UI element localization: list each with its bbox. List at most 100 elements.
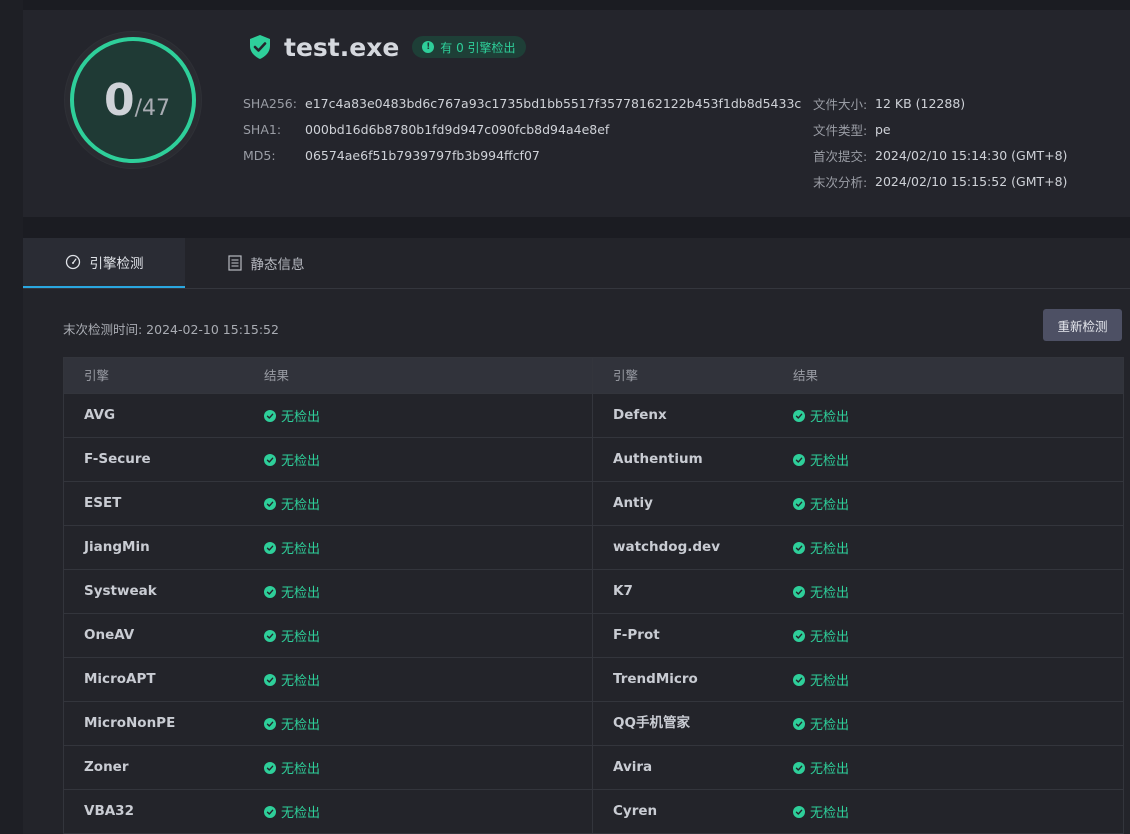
hash-value[interactable]: e17c4a83e0483bd6c767a93c1735bd1bb5517f35…	[305, 96, 801, 111]
engine-result: 无检出	[793, 702, 1122, 745]
document-icon	[227, 255, 242, 271]
engine-result: 无检出	[264, 482, 592, 525]
engine-result-cell-group: Defenx 无检出	[593, 394, 1122, 437]
recheck-button[interactable]: 重新检测	[1043, 309, 1122, 341]
engine-result: 无检出	[793, 394, 1122, 437]
check-circle-icon	[793, 585, 805, 598]
engine-result-cell-group: ESET 无检出	[64, 482, 593, 525]
engine-name: Antiy	[613, 495, 653, 511]
table-row: ESET 无检出 Antiy 无检出	[64, 481, 1123, 525]
result-text: 无检出	[810, 806, 850, 821]
check-circle-icon	[264, 497, 276, 510]
result-text: 无检出	[281, 542, 321, 557]
file-meta-list: 文件大小: 12 KB (12288) 文件类型: pe 首次提交: 2024/…	[813, 90, 1067, 194]
header-left: 引擎 结果	[64, 358, 593, 393]
meta-key: 文件大小:	[813, 96, 868, 112]
table-row: VBA32 无检出 Cyren 无检出	[64, 789, 1123, 833]
tab-label: 静态信息	[250, 257, 305, 273]
result-text: 无检出	[281, 498, 321, 513]
meta-value: 12 KB (12288)	[875, 95, 966, 111]
engine-name: Cyren	[613, 803, 658, 819]
score-text: 0 /47	[74, 41, 200, 167]
title-row: test.exe ! 有 0 引擎检出	[248, 32, 526, 62]
engine-result-cell-group: VBA32 无检出	[64, 790, 593, 833]
result-text: 无检出	[281, 762, 321, 777]
engine-result: 无检出	[793, 658, 1122, 701]
result-text: 无检出	[281, 410, 321, 425]
result-text: 无检出	[281, 454, 321, 469]
result-text: 无检出	[810, 498, 850, 513]
engine-results-table: 引擎 结果 引擎 结果 AVG 无检出 Defenx 无检出 F-Secure 无检出 Au…	[63, 357, 1124, 834]
table-row: Systweak 无检出 K7 无检出	[64, 569, 1123, 613]
table-row: MicroAPT 无检出 TrendMicro 无检出	[64, 657, 1123, 701]
check-circle-icon	[793, 629, 805, 642]
engine-result: 无检出	[793, 482, 1122, 525]
engine-result: 无检出	[264, 614, 592, 657]
engine-name: VBA32	[84, 803, 134, 819]
shield-check-icon	[250, 35, 270, 59]
engine-result-cell-group: watchdog.dev 无检出	[593, 526, 1122, 569]
engine-result: 无检出	[264, 570, 592, 613]
engine-result-cell-group: Authentium 无检出	[593, 438, 1122, 481]
score-ring-progress: 0 /47	[70, 37, 196, 163]
scan-toolbar: 末次检测时间: 2024-02-10 15:15:52 重新检测	[23, 289, 1130, 359]
result-text: 无检出	[810, 410, 850, 425]
table-row: Zoner 无检出 Avira 无检出	[64, 745, 1123, 789]
result-text: 无检出	[810, 586, 850, 601]
check-circle-icon	[264, 453, 276, 466]
engine-result: 无检出	[264, 790, 592, 833]
engine-name: Defenx	[613, 407, 667, 423]
engine-result: 无检出	[264, 658, 592, 701]
engine-result-cell-group: MicroNonPE 无检出	[64, 702, 593, 745]
engine-result-cell-group: AVG 无检出	[64, 394, 593, 437]
engine-name: MicroNonPE	[84, 715, 176, 731]
tab-engine-detection[interactable]: 引擎检测	[23, 238, 185, 288]
detection-status-badge: ! 有 0 引擎检出	[412, 36, 526, 58]
engine-result-cell-group: F-Secure 无检出	[64, 438, 593, 481]
engine-name: Zoner	[84, 759, 129, 775]
engine-result: 无检出	[793, 526, 1122, 569]
hash-value[interactable]: 000bd16d6b8780b1fd9d947c090fcb8d94a4e8ef	[305, 122, 609, 137]
check-circle-icon	[264, 673, 276, 686]
engine-detection-panel: 引擎检测 静态信息 末次检测时间: 2024-02-10 15:15:52 重新…	[23, 238, 1130, 834]
engine-result-cell-group: TrendMicro 无检出	[593, 658, 1122, 701]
column-header-engine: 引擎	[84, 368, 110, 383]
hash-row-sha256: SHA256: e17c4a83e0483bd6c767a93c1735bd1b…	[243, 90, 801, 116]
engine-result-cell-group: QQ手机管家 无检出	[593, 702, 1122, 745]
result-text: 无检出	[810, 454, 850, 469]
file-summary-panel: 0 /47 test.exe ! 有 0 引擎检出 SHA256: e17c4a…	[23, 10, 1130, 217]
hash-key: MD5:	[243, 147, 276, 163]
meta-row-last-analysis: 末次分析: 2024/02/10 15:15:52 (GMT+8)	[813, 168, 1067, 194]
engine-result-cell-group: JiangMin 无检出	[64, 526, 593, 569]
engine-result-cell-group: K7 无检出	[593, 570, 1122, 613]
result-text: 无检出	[281, 674, 321, 689]
check-circle-icon	[264, 629, 276, 642]
table-row: F-Secure 无检出 Authentium 无检出	[64, 437, 1123, 481]
result-text: 无检出	[810, 630, 850, 645]
engine-result: 无检出	[264, 526, 592, 569]
file-name: test.exe	[284, 32, 400, 62]
meta-row-first-submit: 首次提交: 2024/02/10 15:14:30 (GMT+8)	[813, 142, 1067, 168]
result-text: 无检出	[281, 630, 321, 645]
check-circle-icon	[264, 541, 276, 554]
engine-name: ESET	[84, 495, 122, 511]
engine-result: 无检出	[793, 614, 1122, 657]
table-row: JiangMin 无检出 watchdog.dev 无检出	[64, 525, 1123, 569]
tab-static-info[interactable]: 静态信息	[185, 238, 347, 288]
header-right: 引擎 结果	[593, 358, 1122, 393]
engine-result-cell-group: Cyren 无检出	[593, 790, 1122, 833]
tab-bar: 引擎检测 静态信息	[23, 238, 1130, 289]
engine-name: F-Prot	[613, 627, 660, 643]
check-circle-icon	[793, 717, 805, 730]
table-row: AVG 无检出 Defenx 无检出	[64, 393, 1123, 437]
check-circle-icon	[793, 453, 805, 466]
result-text: 无检出	[281, 806, 321, 821]
hash-key: SHA256:	[243, 95, 297, 111]
engine-name: watchdog.dev	[613, 539, 720, 555]
check-circle-icon	[793, 805, 805, 818]
check-circle-icon	[264, 717, 276, 730]
meta-row-type: 文件类型: pe	[813, 116, 1067, 142]
engine-name: K7	[613, 583, 633, 599]
engine-result-cell-group: Avira 无检出	[593, 746, 1122, 789]
hash-value[interactable]: 06574ae6f51b7939797fb3b994ffcf07	[305, 148, 540, 163]
